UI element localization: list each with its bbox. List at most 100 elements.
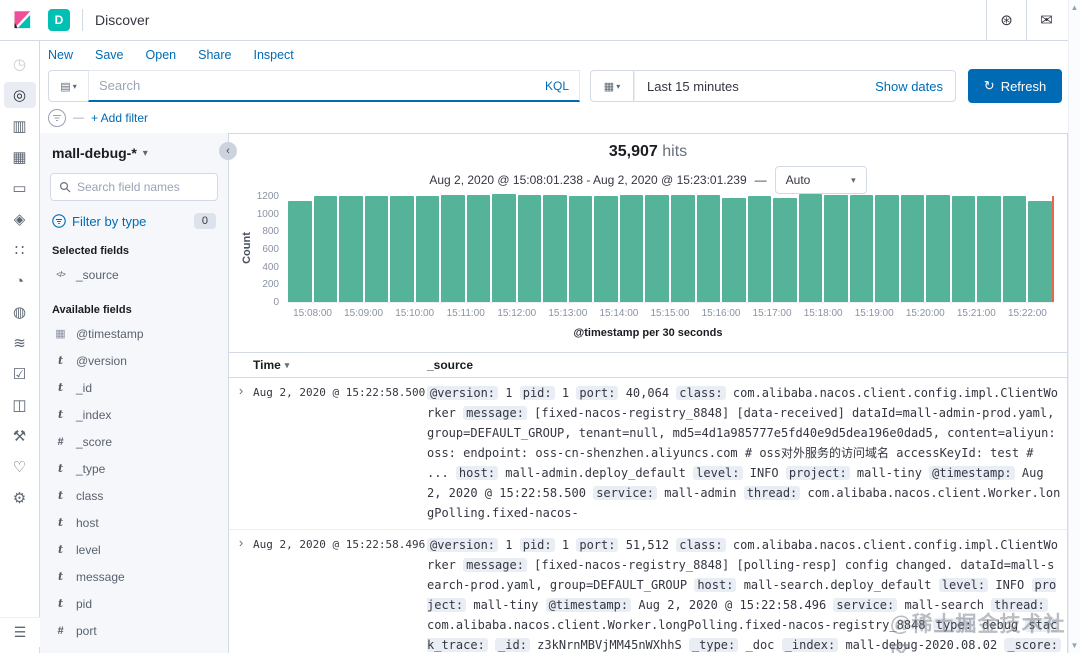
field-item-_id[interactable]: t_id xyxy=(50,374,218,401)
discover-app-badge[interactable]: D xyxy=(48,9,70,31)
field-item-message[interactable]: tmessage xyxy=(50,563,218,590)
field-item-_source[interactable]: </>_source xyxy=(50,261,218,288)
nav-item-metrics[interactable]: ◫ xyxy=(4,392,36,418)
field-item-_type[interactable]: t_type xyxy=(50,455,218,482)
field-name: port xyxy=(76,624,97,638)
histogram-bar xyxy=(416,196,440,302)
nav-item-management[interactable]: ⚙ xyxy=(4,485,36,511)
field-item-project[interactable]: tproject xyxy=(50,644,218,653)
field-item-host[interactable]: thost xyxy=(50,509,218,536)
menu-inspect[interactable]: Inspect xyxy=(253,48,293,62)
source-field-key: port: xyxy=(576,538,618,552)
kibana-logo[interactable] xyxy=(0,10,44,30)
refresh-button[interactable]: ↻ Refresh xyxy=(968,69,1062,103)
x-tick: 15:09:00 xyxy=(338,308,389,319)
expand-row-icon[interactable]: › xyxy=(229,383,253,523)
nav-collapse-button[interactable]: ☰ xyxy=(0,617,40,647)
time-range-value[interactable]: Last 15 minutes xyxy=(647,79,739,94)
source-field-value: mall-search.deploy_default xyxy=(744,578,932,592)
index-pattern-selector[interactable]: mall-debug-* ▾ xyxy=(50,145,218,161)
time-column-header[interactable]: Time ▾ xyxy=(253,358,427,372)
nav-item-discover[interactable]: ◎ xyxy=(4,82,36,108)
field-search-input[interactable] xyxy=(77,180,209,194)
source-field-key: message: xyxy=(463,406,527,420)
field-name: @timestamp xyxy=(76,327,144,341)
field-item-level[interactable]: tlevel xyxy=(50,536,218,563)
field-item-_score[interactable]: #_score xyxy=(50,428,218,455)
add-filter-link[interactable]: + Add filter xyxy=(91,111,148,125)
y-tick: 400 xyxy=(262,262,279,273)
search-input[interactable] xyxy=(99,78,537,93)
visualize-icon: ▥ xyxy=(12,117,26,135)
menu-share[interactable]: Share xyxy=(198,48,231,62)
nav-item-dashboard[interactable]: ▦ xyxy=(4,144,36,170)
field-type-number-icon: # xyxy=(54,436,67,448)
field-name: host xyxy=(76,516,99,530)
nav-item-logs[interactable]: ≋ xyxy=(4,330,36,356)
source-column-header: _source xyxy=(427,358,1067,372)
scroll-down-icon[interactable]: ▼ xyxy=(1071,641,1079,650)
histogram-bar xyxy=(1003,196,1027,302)
nav-item-dev-tools[interactable]: ⚒ xyxy=(4,423,36,449)
field-name: pid xyxy=(76,597,92,611)
nav-item-recently-viewed[interactable]: ◷ xyxy=(4,51,36,77)
show-dates-link[interactable]: Show dates xyxy=(875,79,943,94)
source-field-key: port: xyxy=(576,386,618,400)
source-field-key: thread: xyxy=(744,486,801,500)
nav-item-machine-learning[interactable]: ∷ xyxy=(4,237,36,263)
expand-row-icon[interactable]: › xyxy=(229,535,253,653)
source-field-key: level: xyxy=(939,578,988,592)
date-quick-select-button[interactable]: ▦▾ xyxy=(590,70,634,102)
field-item-@version[interactable]: t@version xyxy=(50,347,218,374)
source-field-key: pid: xyxy=(520,386,555,400)
field-search-box xyxy=(50,173,218,201)
x-tick: 15:18:00 xyxy=(798,308,849,319)
menu-open[interactable]: Open xyxy=(146,48,177,62)
kql-toggle[interactable]: KQL xyxy=(545,79,569,93)
row-time: Aug 2, 2020 @ 15:22:58.496 xyxy=(253,535,427,653)
menu-new[interactable]: New xyxy=(48,48,73,62)
nav-item-canvas[interactable]: ▭ xyxy=(4,175,36,201)
filter-by-type-button[interactable]: Filter by type 0 xyxy=(50,213,218,229)
field-item-pid[interactable]: tpid xyxy=(50,590,218,617)
field-type-string-icon: t xyxy=(54,462,67,475)
sidebar-collapse-button[interactable]: ‹ xyxy=(219,142,237,160)
nav-item-stack-monitoring[interactable]: ♡ xyxy=(4,454,36,480)
field-item-class[interactable]: tclass xyxy=(50,482,218,509)
x-tick: 15:14:00 xyxy=(593,308,644,319)
newsfeed-button[interactable]: ✉ xyxy=(1026,0,1066,40)
field-item-_index[interactable]: t_index xyxy=(50,401,218,428)
discover-menu: New Save Open Share Inspect xyxy=(48,48,294,62)
page-scrollbar[interactable]: ▲ ▼ xyxy=(1068,0,1080,653)
source-field-value: 1 xyxy=(505,538,512,552)
nav-item-visualize[interactable]: ▥ xyxy=(4,113,36,139)
filter-menu-button[interactable] xyxy=(48,109,66,127)
scroll-up-icon[interactable]: ▲ xyxy=(1071,3,1079,12)
table-header: Time ▾ _source xyxy=(229,353,1067,378)
filter-by-type-icon xyxy=(52,214,66,228)
x-axis-title: @timestamp per 30 seconds xyxy=(229,327,1067,339)
graph-icon: ◔ xyxy=(15,273,24,290)
nav-item-uptime[interactable]: ☑ xyxy=(4,361,36,387)
histogram-bar xyxy=(1028,201,1052,302)
source-field-key: service: xyxy=(593,486,657,500)
y-tick: 200 xyxy=(262,279,279,290)
time-range-display: Aug 2, 2020 @ 15:08:01.238 - Aug 2, 2020… xyxy=(429,173,746,187)
row-source: @version: 1 pid: 1 port: 40,064 class: c… xyxy=(427,383,1067,523)
source-field-value: mall-tiny xyxy=(473,598,538,612)
nav-item-apm[interactable]: ◍ xyxy=(4,299,36,325)
histogram-bar xyxy=(314,196,338,302)
field-item-@timestamp[interactable]: ▦@timestamp xyxy=(50,320,218,347)
menu-save[interactable]: Save xyxy=(95,48,124,62)
metrics-icon: ◫ xyxy=(12,396,26,414)
histogram-bar xyxy=(671,195,695,302)
nav-item-graph[interactable]: ◔ xyxy=(4,268,36,294)
kibana-logo-icon xyxy=(12,10,32,30)
help-button[interactable]: ⊛ xyxy=(986,0,1026,40)
interval-select[interactable]: Auto ▾ xyxy=(775,166,867,194)
field-item-port[interactable]: #port xyxy=(50,617,218,644)
uptime-icon: ☑ xyxy=(13,365,26,383)
saved-query-button[interactable]: ▤▾ xyxy=(48,70,88,102)
nav-item-maps[interactable]: ◈ xyxy=(4,206,36,232)
chevron-left-icon: ‹ xyxy=(226,145,230,157)
